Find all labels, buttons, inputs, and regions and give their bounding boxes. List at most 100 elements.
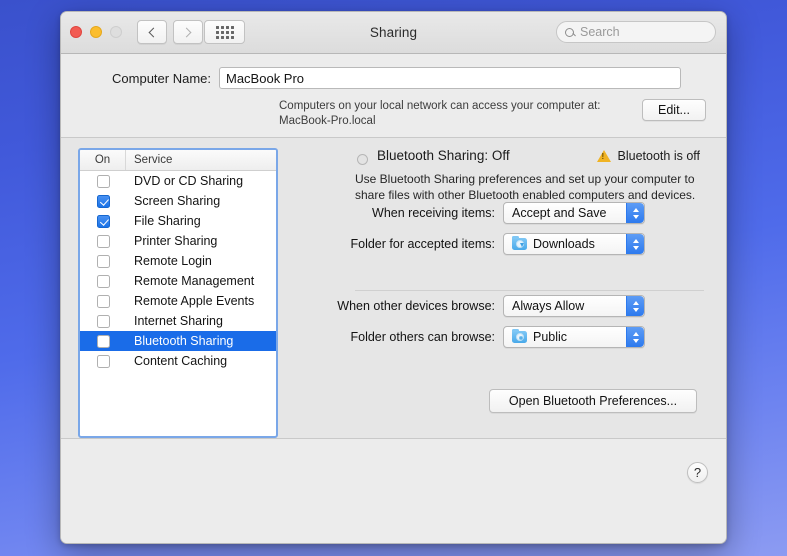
service-label: Remote Management: [134, 274, 255, 288]
edit-computer-name-button[interactable]: Edit...: [642, 99, 706, 121]
service-row[interactable]: DVD or CD Sharing: [80, 171, 276, 191]
network-access-helper-text: Computers on your local network can acce…: [279, 99, 601, 129]
detail-field-row: When other devices browse: Always Allow: [323, 295, 645, 317]
search-icon: [565, 27, 574, 37]
service-checkbox[interactable]: [96, 314, 110, 328]
popup-stepper-icon[interactable]: [626, 327, 644, 347]
service-checkbox-cell: [80, 214, 126, 228]
service-checkbox-cell: [80, 354, 126, 368]
popup-button[interactable]: Downloads: [503, 233, 645, 255]
status-dot-off-icon: [357, 154, 368, 165]
service-row[interactable]: Remote Apple Events: [80, 291, 276, 311]
service-row[interactable]: Internet Sharing: [80, 311, 276, 331]
window-footer: ?: [61, 438, 726, 543]
service-label: Content Caching: [134, 354, 228, 368]
popup-stepper-icon[interactable]: [626, 296, 644, 316]
chevron-up-icon: [632, 331, 639, 336]
folder-badge-icon: [515, 333, 524, 341]
sharing-body: On Service DVD or CD Sharing Screen Shari…: [61, 138, 726, 438]
popup-value: Accept and Save: [512, 206, 607, 220]
service-checkbox[interactable]: [96, 354, 110, 368]
service-label: Remote Apple Events: [134, 294, 255, 308]
service-label: Printer Sharing: [134, 234, 218, 248]
folder-badge-icon: [515, 240, 524, 248]
service-list-table[interactable]: On Service DVD or CD Sharing Screen Shari…: [78, 148, 278, 438]
service-checkbox[interactable]: [96, 254, 110, 268]
service-label: Internet Sharing: [134, 314, 223, 328]
service-checkbox-cell: [80, 234, 126, 248]
popup-button[interactable]: Accept and Save: [503, 202, 645, 224]
chevron-down-icon: [632, 214, 639, 219]
popup-stepper-icon[interactable]: [626, 234, 644, 254]
popup-value: Always Allow: [512, 299, 585, 313]
detail-field-row: Folder others can browse: Public: [323, 326, 645, 348]
service-checkbox-cell: [80, 254, 126, 268]
computer-name-input[interactable]: [219, 67, 681, 89]
service-checkbox[interactable]: [96, 234, 110, 248]
service-checkbox-cell: [80, 274, 126, 288]
search-input[interactable]: [580, 25, 707, 39]
service-label: Screen Sharing: [134, 194, 221, 208]
computer-name-label: Computer Name:: [112, 70, 211, 86]
service-checkbox[interactable]: [96, 214, 110, 228]
service-checkbox-cell: [80, 194, 126, 208]
service-label: DVD or CD Sharing: [134, 174, 244, 188]
service-row[interactable]: Screen Sharing: [80, 191, 276, 211]
service-checkbox-cell: [80, 334, 126, 348]
open-bluetooth-preferences-button[interactable]: Open Bluetooth Preferences...: [489, 389, 697, 413]
service-detail-pane: Bluetooth Sharing: Off Bluetooth is off …: [293, 138, 726, 438]
service-row[interactable]: Remote Management: [80, 271, 276, 291]
service-checkbox[interactable]: [96, 294, 110, 308]
service-row[interactable]: File Sharing: [80, 211, 276, 231]
chevron-down-icon: [632, 338, 639, 343]
field-label: Folder for accepted items:: [350, 237, 495, 251]
chevron-up-icon: [632, 207, 639, 212]
detail-description: Use Bluetooth Sharing preferences and se…: [355, 172, 696, 202]
helper-line-1: Computers on your local network can acce…: [279, 100, 601, 112]
detail-divider: [355, 290, 704, 291]
field-label: Folder others can browse:: [350, 330, 495, 344]
bluetooth-warning: Bluetooth is off: [596, 149, 700, 163]
chevron-up-icon: [632, 300, 639, 305]
help-question-icon-button[interactable]: ?: [687, 462, 708, 483]
service-row[interactable]: Content Caching: [80, 351, 276, 371]
helper-line-2: MacBook-Pro.local: [279, 115, 376, 127]
service-checkbox-cell: [80, 314, 126, 328]
service-checkbox[interactable]: [96, 274, 110, 288]
chevron-up-icon: [632, 238, 639, 243]
popup-stepper-icon[interactable]: [626, 203, 644, 223]
detail-field-row: Folder for accepted items: Downloads: [323, 233, 645, 255]
service-label: Remote Login: [134, 254, 212, 268]
popup-value: Public: [533, 330, 568, 344]
service-rows-container: DVD or CD Sharing Screen Sharing File Shar…: [80, 171, 276, 371]
folder-downloads-icon: [512, 235, 527, 250]
folder-public-icon: [512, 328, 527, 343]
service-row[interactable]: Remote Login: [80, 251, 276, 271]
service-table-header: On Service: [80, 150, 276, 171]
service-label: File Sharing: [134, 214, 201, 228]
popup-button[interactable]: Public: [503, 326, 645, 348]
popup-button[interactable]: Always Allow: [503, 295, 645, 317]
service-row[interactable]: Bluetooth Sharing: [80, 331, 276, 351]
service-row[interactable]: Printer Sharing: [80, 231, 276, 251]
detail-title: Bluetooth Sharing: Off: [377, 148, 510, 163]
search-field[interactable]: [556, 21, 716, 43]
service-checkbox[interactable]: [96, 174, 110, 188]
field-label: When receiving items:: [372, 206, 495, 220]
detail-field-row: When receiving items: Accept and Save: [323, 202, 645, 224]
window-titlebar: Sharing: [61, 12, 726, 54]
column-header-on: On: [80, 150, 126, 170]
service-checkbox[interactable]: [96, 334, 110, 348]
service-label: Bluetooth Sharing: [134, 334, 234, 348]
field-label: When other devices browse:: [337, 299, 495, 313]
computer-name-section: Computer Name: Computers on your local n…: [61, 54, 726, 138]
warning-triangle-icon: [596, 150, 611, 162]
column-header-service: Service: [134, 154, 173, 166]
chevron-down-icon: [632, 307, 639, 312]
service-checkbox[interactable]: [96, 194, 110, 208]
chevron-down-icon: [632, 245, 639, 250]
service-checkbox-cell: [80, 294, 126, 308]
warning-text: Bluetooth is off: [617, 149, 700, 163]
service-checkbox-cell: [80, 174, 126, 188]
popup-value: Downloads: [533, 237, 595, 251]
